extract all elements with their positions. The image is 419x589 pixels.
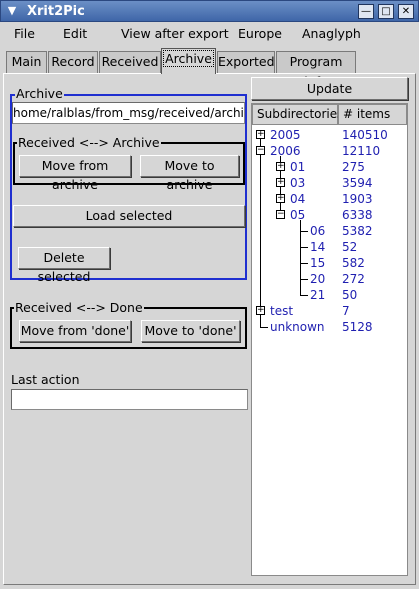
tree-node-count: 272 [342, 272, 365, 286]
last-action-field[interactable] [11, 389, 248, 410]
tree-node-name[interactable]: 14 [310, 240, 325, 254]
tab-record[interactable]: Record [48, 51, 98, 73]
tab-exported[interactable]: Exported [217, 51, 275, 73]
tab-archive-label: Archive [163, 50, 214, 67]
tree-line [260, 327, 268, 328]
tree-node-count: 50 [342, 288, 358, 302]
minimize-icon[interactable]: — [358, 4, 374, 19]
tab-program-info[interactable]: Program info [276, 51, 356, 89]
tree-node-count: 52 [342, 240, 358, 254]
delete-selected-button[interactable]: Delete selected [18, 247, 110, 284]
tree-node-name[interactable]: 15 [310, 256, 325, 270]
menu-europe[interactable]: Europe [238, 25, 282, 43]
menu-bar: File Edit View after export Europe Anagl… [0, 22, 419, 46]
tree-node-count: 6338 [342, 208, 373, 222]
tree-line [300, 263, 308, 264]
tree-node-count: 582 [342, 256, 365, 270]
tree-node-name[interactable]: 21 [310, 288, 325, 302]
tree-node-name[interactable]: 05 [290, 208, 305, 222]
window-title: Xrit2Pic [27, 4, 85, 19]
tree-node-count: 275 [342, 160, 365, 174]
close-icon[interactable]: ✕ [398, 4, 414, 19]
tab-archive[interactable]: Archive [161, 48, 216, 74]
tree-node-name[interactable]: 06 [310, 224, 325, 238]
tree-node-name[interactable]: 2006 [270, 144, 301, 158]
tree-node-count: 12110 [342, 144, 381, 158]
column-header-items[interactable]: # items [338, 104, 407, 125]
received-archive-label: Received <--> Archive [17, 135, 161, 150]
collapse-minus-icon[interactable]: − [256, 146, 265, 155]
tree-node-name[interactable]: 03 [290, 176, 305, 190]
title-bar[interactable]: ▼ Xrit2Pic — □ ✕ [0, 0, 419, 22]
tree-node-name[interactable]: test [270, 304, 293, 318]
tree-node-name[interactable]: 04 [290, 192, 305, 206]
tree-node-name[interactable]: 01 [290, 160, 305, 174]
collapse-minus-icon[interactable]: − [276, 210, 285, 219]
expand-plus-icon[interactable]: + [276, 162, 285, 171]
move-from-archive-button[interactable]: Move from archive [19, 155, 131, 192]
tree-node-count: 5382 [342, 224, 373, 238]
tree-node-name[interactable]: 2005 [270, 128, 301, 142]
move-from-done-button[interactable]: Move from 'done' [19, 320, 131, 342]
expand-plus-icon[interactable]: + [256, 130, 265, 139]
tree-line [260, 320, 261, 327]
tab-main[interactable]: Main [6, 51, 47, 73]
subdirectories-tree[interactable] [251, 103, 408, 576]
expand-plus-icon[interactable]: + [276, 178, 285, 187]
last-action-label: Last action [11, 372, 80, 387]
menu-view-after-export[interactable]: View after export [121, 25, 229, 43]
tree-line [300, 295, 308, 296]
tree-line [300, 231, 308, 232]
expand-plus-icon[interactable]: + [276, 194, 285, 203]
expand-plus-icon[interactable]: + [256, 306, 265, 315]
tab-received[interactable]: Received [99, 51, 161, 73]
archive-path-field[interactable]: home/ralblas/from_msg/received/archive/ [12, 102, 245, 124]
menu-file[interactable]: File [14, 25, 35, 43]
move-to-archive-button[interactable]: Move to archive [140, 155, 239, 192]
tree-node-name[interactable]: 20 [310, 272, 325, 286]
menu-edit[interactable]: Edit [63, 25, 87, 43]
column-header-subdirectories[interactable]: Subdirectories [252, 104, 343, 125]
tree-line [300, 247, 308, 248]
tree-node-name[interactable]: unknown [270, 320, 325, 334]
menu-anaglyph[interactable]: Anaglyph [302, 25, 361, 43]
tree-line [260, 134, 261, 321]
update-button[interactable]: Update [251, 77, 408, 100]
tree-node-count: 5128 [342, 320, 373, 334]
tree-node-count: 1903 [342, 192, 373, 206]
move-to-done-button[interactable]: Move to 'done' [141, 320, 240, 342]
tree-node-count: 140510 [342, 128, 388, 142]
load-selected-button[interactable]: Load selected [13, 205, 245, 227]
archive-group-label: Archive [15, 86, 64, 101]
done-group-label: Received <--> Done [14, 300, 144, 315]
maximize-icon[interactable]: □ [378, 4, 394, 19]
tree-node-count: 7 [342, 304, 350, 318]
tree-node-count: 3594 [342, 176, 373, 190]
chevron-down-icon[interactable]: ▼ [5, 4, 19, 18]
tree-line [300, 279, 308, 280]
